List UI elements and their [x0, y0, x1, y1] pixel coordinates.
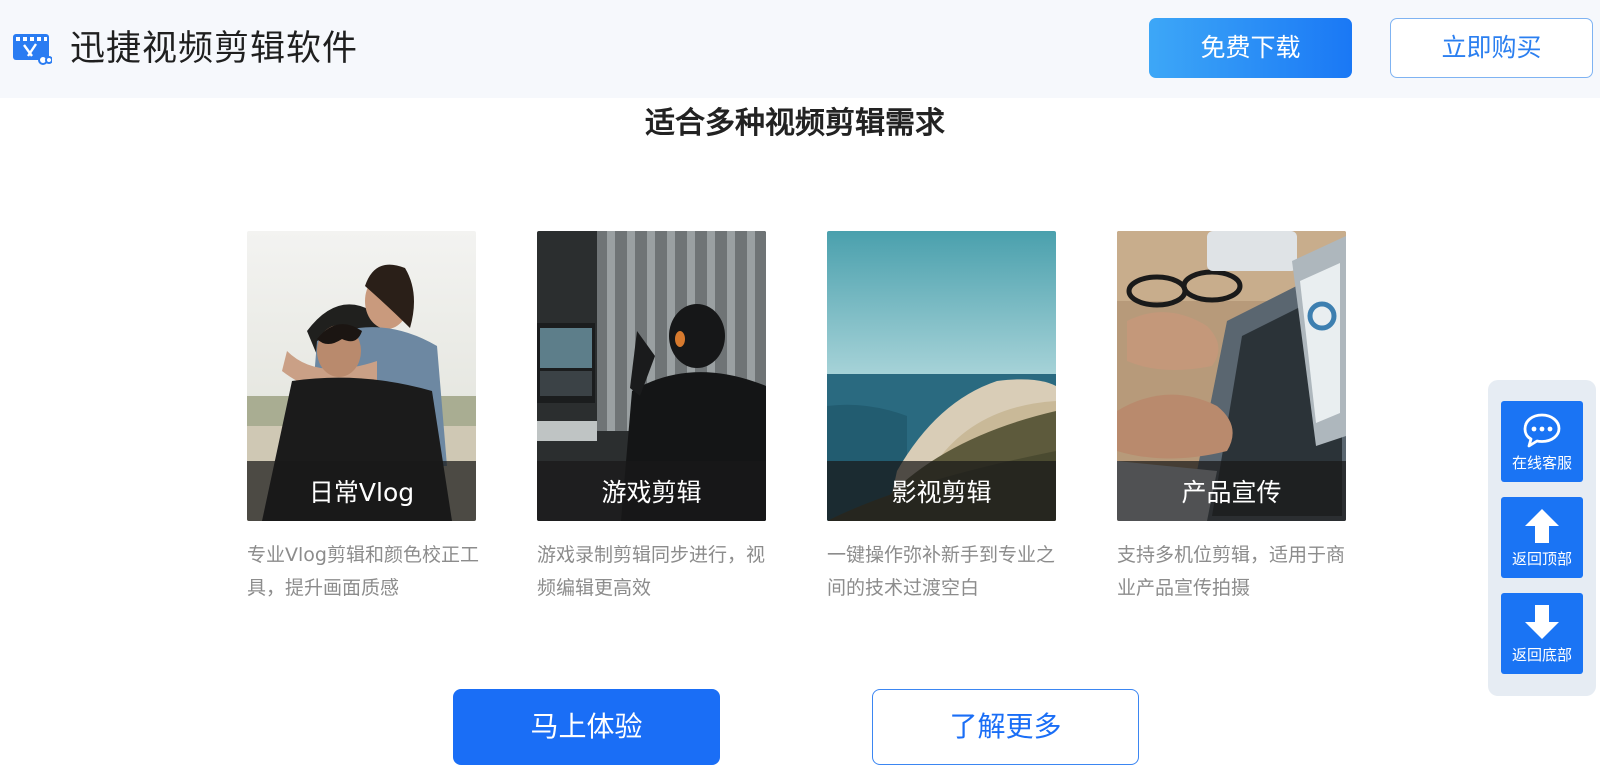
side-item-label: 返回底部 — [1511, 646, 1572, 664]
scenario-card-product[interactable]: 产品宣传 支持多机位剪辑，适用于商业产品宣传拍摄 — [1117, 231, 1346, 605]
try-now-button[interactable]: 马上体验 — [453, 689, 720, 765]
free-download-button[interactable]: 免费下载 — [1149, 18, 1352, 78]
floating-side-panel: 在线客服 返回顶部 返回底部 — [1488, 380, 1596, 696]
card-description: 一键操作弥补新手到专业之间的技术过渡空白 — [827, 544, 1056, 599]
learn-more-button[interactable]: 了解更多 — [872, 689, 1139, 765]
top-header: 迅捷视频剪辑软件 免费下载 立即购买 — [0, 0, 1600, 98]
video-editor-logo-icon — [13, 34, 52, 65]
arrow-up-icon — [1525, 509, 1559, 543]
chat-bubble-icon — [1523, 413, 1561, 448]
card-photo-film: 影视剪辑 — [827, 231, 1056, 521]
buy-now-button[interactable]: 立即购买 — [1390, 18, 1593, 78]
scenario-card-film[interactable]: 影视剪辑 一键操作弥补新手到专业之间的技术过渡空白 — [827, 231, 1056, 605]
card-description: 专业Vlog剪辑和颜色校正工具，提升画面质感 — [247, 544, 479, 599]
scenario-card-game[interactable]: 游戏剪辑 游戏录制剪辑同步进行，视频编辑更高效 — [537, 231, 766, 605]
scenario-card-vlog[interactable]: 日常Vlog 专业Vlog剪辑和颜色校正工具，提升画面质感 — [247, 231, 479, 605]
brand-title: 迅捷视频剪辑软件 — [70, 29, 359, 69]
card-caption: 日常Vlog — [247, 461, 476, 521]
side-item-label: 返回顶部 — [1511, 550, 1572, 568]
section-title: 适合多种视频剪辑需求 — [645, 106, 945, 141]
online-service-button[interactable]: 在线客服 — [1501, 401, 1583, 482]
card-description: 游戏录制剪辑同步进行，视频编辑更高效 — [537, 544, 766, 599]
back-to-bottom-button[interactable]: 返回底部 — [1501, 593, 1583, 674]
brand[interactable]: 迅捷视频剪辑软件 — [12, 27, 358, 71]
page: 迅捷视频剪辑软件 免费下载 立即购买 适合多种视频剪辑需求 日常Vlog 专业V… — [0, 0, 1600, 772]
card-description: 支持多机位剪辑，适用于商业产品宣传拍摄 — [1117, 544, 1346, 599]
side-item-label: 在线客服 — [1511, 454, 1572, 472]
card-photo-game: 游戏剪辑 — [537, 231, 766, 521]
card-photo-product: 产品宣传 — [1117, 231, 1346, 521]
card-caption: 产品宣传 — [1117, 461, 1346, 521]
card-caption: 影视剪辑 — [827, 461, 1056, 521]
arrow-down-icon — [1525, 605, 1559, 639]
back-to-top-button[interactable]: 返回顶部 — [1501, 497, 1583, 578]
card-caption: 游戏剪辑 — [537, 461, 766, 521]
card-photo-vlog: 日常Vlog — [247, 231, 476, 521]
